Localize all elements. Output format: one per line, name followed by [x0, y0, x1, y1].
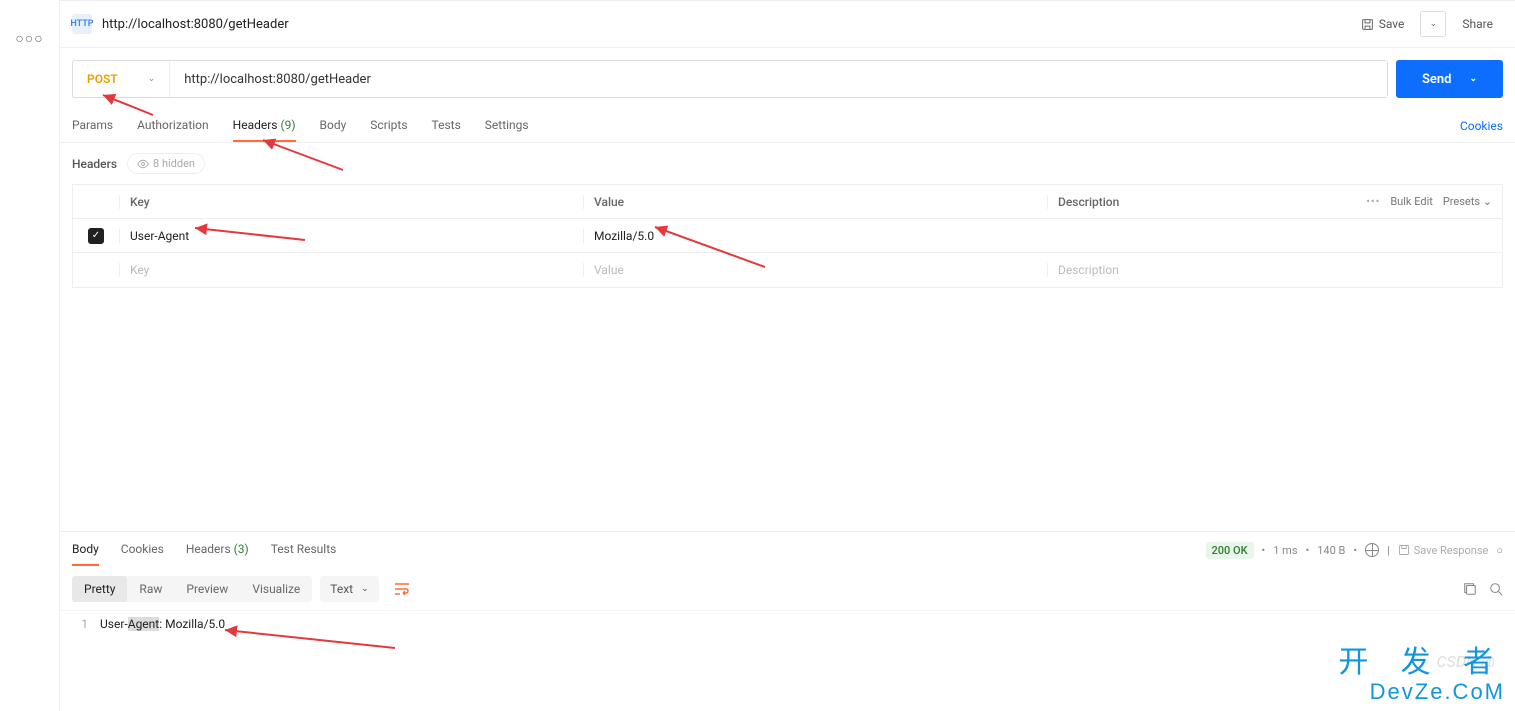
headers-table: Key Value Description ••• Bulk Edit Pres… [72, 184, 1503, 288]
th-key: Key [119, 195, 583, 209]
watermark-en: DevZe.CoM [1370, 679, 1505, 705]
line-number: 1 [72, 617, 100, 631]
save-response-button[interactable]: Save Response [1398, 544, 1489, 557]
table-row-new [73, 253, 1502, 287]
response-time: 1 ms [1273, 544, 1297, 557]
globe-icon[interactable] [1365, 543, 1379, 557]
title-bar: HTTP http://localhost:8080/getHeader Sav… [60, 1, 1515, 48]
table-row: ✓ User-Agent Mozilla/5.0 [73, 219, 1502, 253]
response-panel: Body Cookies Headers (3) Test Results 20… [60, 531, 1515, 711]
response-size: 140 B [1317, 544, 1345, 557]
row-checkbox[interactable]: ✓ [88, 228, 104, 244]
new-value-input[interactable] [594, 263, 1037, 277]
method-label: POST [87, 72, 118, 86]
view-preview[interactable]: Preview [174, 576, 240, 602]
new-desc-input[interactable] [1058, 263, 1492, 277]
view-visualize[interactable]: Visualize [240, 576, 312, 602]
response-body: 1 User-Agent: Mozilla/5.0 [60, 611, 1515, 637]
response-text[interactable]: User-Agent: Mozilla/5.0 [100, 617, 225, 631]
th-description: Description [1047, 195, 1356, 209]
wrap-icon [394, 582, 410, 596]
chevron-down-icon: ⌄ [1469, 74, 1477, 84]
resp-tab-body[interactable]: Body [72, 534, 99, 566]
new-key-input[interactable] [130, 263, 573, 277]
hidden-headers-toggle[interactable]: 8 hidden [127, 153, 205, 174]
url-input[interactable] [170, 61, 1387, 97]
send-button[interactable]: Send ⌄ [1396, 60, 1503, 98]
request-tabs: Params Authorization Headers (9) Body Sc… [60, 110, 1515, 143]
resp-tab-cookies[interactable]: Cookies [121, 534, 164, 566]
tab-headers-label: Headers [233, 118, 278, 132]
row-value[interactable]: Mozilla/5.0 [583, 229, 1047, 243]
row-key[interactable]: User-Agent [119, 229, 583, 243]
chevron-down-icon: ⌄ [148, 74, 156, 84]
view-pretty[interactable]: Pretty [72, 576, 127, 602]
bulk-edit-button[interactable]: Bulk Edit [1390, 195, 1433, 208]
copy-icon[interactable] [1463, 582, 1477, 596]
save-button[interactable]: Save [1351, 13, 1415, 35]
watermark-cn: 开 发 者 [1338, 637, 1505, 681]
cookies-link[interactable]: Cookies [1460, 119, 1503, 133]
presets-button[interactable]: Presets ⌄ [1443, 195, 1492, 208]
th-value: Value [583, 195, 1047, 209]
save-icon [1398, 544, 1410, 556]
tab-settings[interactable]: Settings [485, 110, 529, 142]
tab-body[interactable]: Body [320, 110, 347, 142]
tab-title: http://localhost:8080/getHeader [102, 17, 1351, 32]
status-badge: 200 OK [1206, 542, 1254, 559]
chevron-down-icon: ⌄ [1483, 195, 1492, 208]
http-badge-icon: HTTP [72, 14, 92, 34]
save-icon [1361, 18, 1374, 31]
resp-tab-tests[interactable]: Test Results [271, 534, 337, 566]
hidden-count: 8 hidden [153, 157, 195, 170]
tab-scripts[interactable]: Scripts [370, 110, 407, 142]
more-icon[interactable]: ••• [1366, 195, 1380, 208]
send-label: Send [1422, 72, 1452, 87]
view-raw[interactable]: Raw [127, 576, 174, 602]
dots-icon[interactable]: ○ [1496, 544, 1503, 557]
resp-tab-headers[interactable]: Headers (3) [186, 534, 249, 566]
response-tabs: Body Cookies Headers (3) Test Results 20… [60, 532, 1515, 568]
tab-authorization[interactable]: Authorization [137, 110, 209, 142]
url-group: POST ⌄ [72, 60, 1388, 98]
method-select[interactable]: POST ⌄ [73, 61, 170, 97]
view-mode-group: Pretty Raw Preview Visualize [72, 576, 312, 602]
wrap-lines-button[interactable] [387, 576, 417, 602]
eye-icon [137, 158, 149, 170]
tab-headers[interactable]: Headers (9) [233, 110, 296, 142]
save-dropdown-button[interactable]: ⌄ [1420, 11, 1446, 37]
chevron-down-icon: ⌄ [1430, 19, 1438, 29]
headers-section-label: Headers [72, 157, 117, 171]
tab-headers-count: (9) [280, 118, 295, 132]
search-icon[interactable] [1489, 582, 1503, 596]
share-button[interactable]: Share [1452, 13, 1503, 35]
tab-params[interactable]: Params [72, 110, 113, 142]
chevron-down-icon: ⌄ [361, 584, 369, 594]
save-label: Save [1379, 17, 1405, 31]
content-type-select[interactable]: Text ⌄ [320, 576, 378, 602]
tab-tests[interactable]: Tests [432, 110, 461, 142]
left-more-icon[interactable]: ○○○ [15, 30, 43, 47]
table-header-row: Key Value Description ••• Bulk Edit Pres… [73, 185, 1502, 219]
